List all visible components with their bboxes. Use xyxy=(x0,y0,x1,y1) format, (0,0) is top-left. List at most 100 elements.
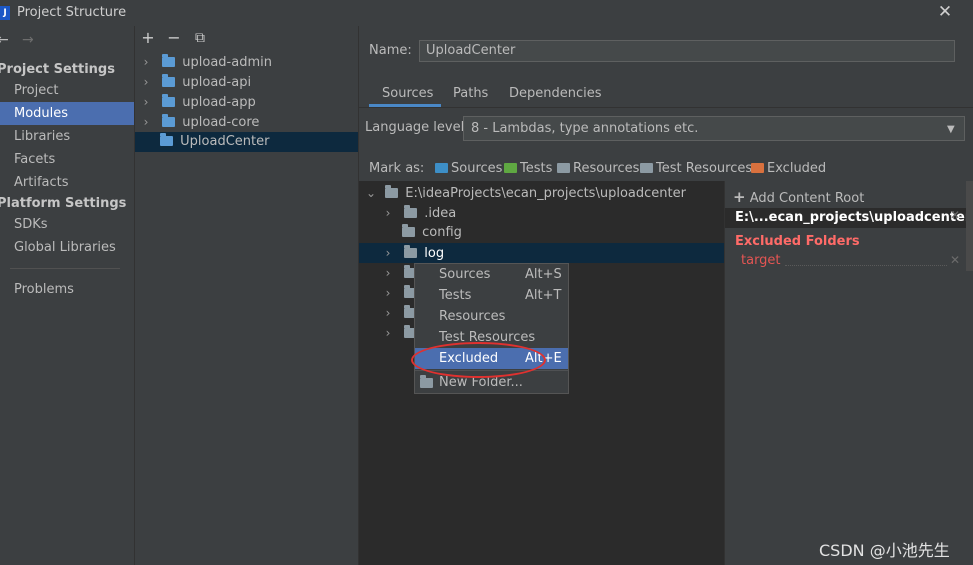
sidebar-item-project[interactable]: Project xyxy=(0,79,134,102)
tree-row-config[interactable]: config xyxy=(359,223,724,243)
close-icon[interactable]: ✕ xyxy=(936,3,954,21)
chevron-down-icon[interactable]: ⌄ xyxy=(366,183,376,203)
watermark: CSDN @小池先生 xyxy=(819,541,950,560)
tree-row-root[interactable]: ⌄ E:\ideaProjects\ecan_projects\uploadce… xyxy=(359,183,724,203)
module-row-upload-app[interactable]: › upload-app xyxy=(135,92,358,112)
chevron-right-icon[interactable]: › xyxy=(383,243,393,263)
sidebar-item-problems[interactable]: Problems xyxy=(0,278,134,301)
mark-as-resources-button[interactable]: Resources xyxy=(557,161,639,176)
copy-icon[interactable]: ⧉ xyxy=(192,30,208,46)
tests-folder-icon xyxy=(504,163,517,173)
tab-dependencies[interactable]: Dependencies xyxy=(509,84,602,104)
add-content-root-label: Add Content Root xyxy=(749,191,865,206)
sidebar-item-facets[interactable]: Facets xyxy=(0,148,134,171)
excluded-folder-icon xyxy=(751,163,764,173)
remove-excluded-icon[interactable]: ✕ xyxy=(950,253,960,267)
tab-paths[interactable]: Paths xyxy=(453,84,488,104)
new-folder-icon xyxy=(420,375,433,388)
sidebar-item-modules[interactable]: Modules xyxy=(0,102,134,125)
sidebar-item-artifacts[interactable]: Artifacts xyxy=(0,171,134,194)
annotation-highlight-circle xyxy=(411,342,546,378)
module-row-upload-core[interactable]: › upload-core xyxy=(135,112,358,132)
menu-item-tests[interactable]: Tests Alt+T xyxy=(415,285,568,306)
module-folder-icon xyxy=(162,54,176,67)
name-label: Name: xyxy=(369,43,412,58)
menu-item-sources[interactable]: Sources Alt+S xyxy=(415,264,568,285)
module-label: upload-api xyxy=(182,75,252,90)
window-title: Project Structure xyxy=(17,5,127,20)
menu-item-resources[interactable]: Resources xyxy=(415,306,568,327)
module-label: upload-core xyxy=(182,115,260,130)
menu-item-shortcut: Alt+S xyxy=(525,267,562,282)
sidebar-item-global-libraries[interactable]: Global Libraries xyxy=(0,236,134,259)
scrollbar[interactable] xyxy=(966,181,973,271)
chevron-right-icon[interactable]: › xyxy=(141,72,151,92)
module-label: upload-app xyxy=(182,95,256,110)
tree-folder-label: config xyxy=(422,225,462,240)
tree-root-label: E:\ideaProjects\ecan_projects\uploadcent… xyxy=(405,186,686,201)
sources-folder-icon xyxy=(435,163,448,173)
mark-as-tests-button[interactable]: Tests xyxy=(504,161,552,176)
chevron-right-icon[interactable]: › xyxy=(141,112,151,132)
folder-icon xyxy=(385,185,399,198)
add-content-root-button[interactable]: + Add Content Root xyxy=(733,188,864,206)
module-row-upload-admin[interactable]: › upload-admin xyxy=(135,52,358,72)
menu-item-label: Tests xyxy=(439,288,472,303)
mark-as-label-excluded: Excluded xyxy=(767,161,827,176)
module-row-uploadcenter[interactable]: UploadCenter xyxy=(135,132,358,152)
chevron-right-icon[interactable]: › xyxy=(383,323,393,343)
mark-as-test-resources-button[interactable]: Test Resources xyxy=(640,161,752,176)
folder-icon xyxy=(404,205,418,218)
menu-item-label: Resources xyxy=(439,309,506,324)
tree-row-log[interactable]: › log xyxy=(359,243,724,263)
back-arrow-icon[interactable]: ← xyxy=(0,32,9,48)
language-level-select[interactable]: 8 - Lambdas, type annotations etc. xyxy=(463,116,965,141)
language-level-label: Language level: xyxy=(365,120,469,135)
test-resources-folder-icon xyxy=(640,163,653,173)
mark-as-sources-button[interactable]: Sources xyxy=(435,161,502,176)
project-settings-header: Project Settings xyxy=(0,62,115,77)
chevron-right-icon[interactable]: › xyxy=(383,303,393,323)
title-bar xyxy=(0,0,973,26)
tree-folder-label: log xyxy=(424,246,445,261)
chevron-right-icon[interactable]: › xyxy=(383,283,393,303)
sidebar-item-libraries[interactable]: Libraries xyxy=(0,125,134,148)
dropdown-caret-icon[interactable]: ▼ xyxy=(947,124,955,135)
chevron-right-icon[interactable]: › xyxy=(383,263,393,283)
tree-row-idea[interactable]: › .idea xyxy=(359,203,724,223)
folder-icon xyxy=(402,224,415,237)
add-icon: + xyxy=(733,188,746,206)
content-root-path: E:\...ecan_projects\uploadcenter xyxy=(735,210,972,225)
mark-as-label: Mark as: xyxy=(369,161,425,176)
chevron-right-icon[interactable]: › xyxy=(141,92,151,112)
module-label: upload-admin xyxy=(182,55,272,70)
folder-icon xyxy=(404,245,418,258)
add-icon[interactable]: + xyxy=(140,30,156,46)
remove-icon[interactable]: − xyxy=(166,30,182,46)
sidebar-divider xyxy=(10,268,120,269)
app-logo-icon: J xyxy=(0,6,10,20)
excluded-folders-title: Excluded Folders xyxy=(735,234,860,249)
tree-folder-label: .idea xyxy=(424,206,457,221)
module-folder-icon xyxy=(160,133,173,146)
mark-as-label-resources: Resources xyxy=(573,161,640,176)
tabs-divider xyxy=(359,107,973,108)
sidebar-item-sdks[interactable]: SDKs xyxy=(0,213,134,236)
forward-arrow-icon[interactable]: → xyxy=(22,32,34,48)
menu-item-shortcut: Alt+T xyxy=(525,288,562,303)
chevron-right-icon[interactable]: › xyxy=(141,52,151,72)
excluded-row-leader xyxy=(785,265,947,266)
remove-root-icon[interactable]: ✕ xyxy=(950,208,960,222)
tab-sources[interactable]: Sources xyxy=(382,84,433,104)
excluded-folder-target[interactable]: target xyxy=(741,253,781,268)
module-folder-icon xyxy=(162,114,176,127)
mark-as-label-tests: Tests xyxy=(520,161,553,176)
module-row-upload-api[interactable]: › upload-api xyxy=(135,72,358,92)
module-label: UploadCenter xyxy=(180,134,270,149)
chevron-right-icon[interactable]: › xyxy=(383,203,393,223)
mark-as-label-sources: Sources xyxy=(451,161,503,176)
module-name-input[interactable]: UploadCenter xyxy=(419,40,955,62)
mark-as-label-test-resources: Test Resources xyxy=(656,161,753,176)
mark-as-excluded-button[interactable]: Excluded xyxy=(751,161,826,176)
menu-item-label: Sources xyxy=(439,267,491,282)
